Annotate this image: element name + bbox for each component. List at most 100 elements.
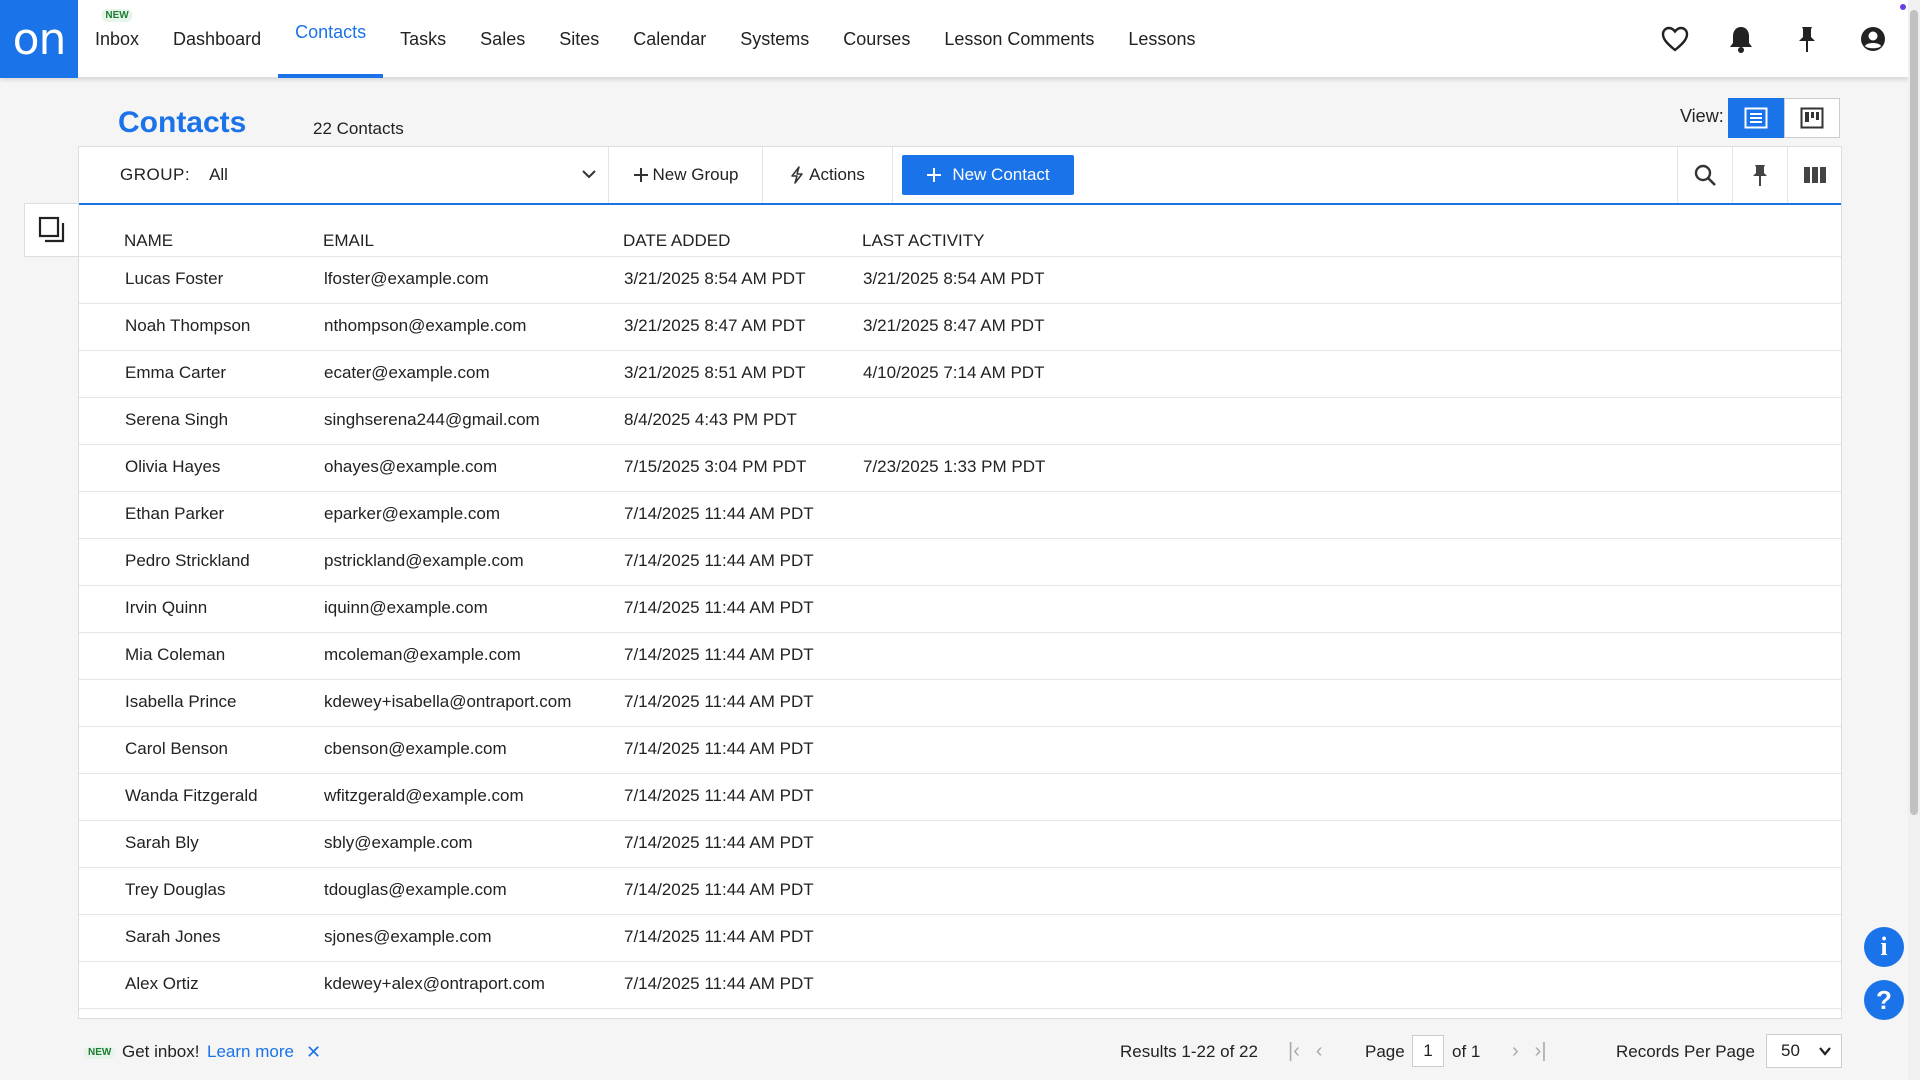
nav-item-sales[interactable]: Sales (463, 0, 542, 78)
table-row[interactable]: Mia Coleman mcoleman@example.com 7/14/2025… (79, 633, 1841, 680)
new-badge: NEW (84, 1046, 116, 1059)
records-per-page-select[interactable]: 50 (1766, 1034, 1842, 1068)
cell-email: sjones@example.com (324, 927, 492, 946)
column-header-name[interactable]: NAME (124, 231, 173, 251)
column-header-date-added[interactable]: DATE ADDED (623, 231, 730, 251)
table-row[interactable]: Wanda Fitzgerald wfitzgerald@example.com 7… (79, 774, 1841, 821)
bell-icon[interactable] (1726, 24, 1756, 54)
column-header-email[interactable]: EMAIL (323, 231, 374, 251)
nav-item-lesson-comments[interactable]: Lesson Comments (927, 0, 1111, 78)
nav-items: NEW Inbox Dashboard Contacts Tasks Sales… (78, 0, 1212, 78)
cell-email: iquinn@example.com (324, 598, 488, 617)
cell-name: Trey Douglas (125, 880, 226, 899)
close-icon[interactable]: ✕ (306, 1042, 321, 1063)
cell-email: ohayes@example.com (324, 457, 498, 476)
first-page-icon[interactable]: |‹ (1288, 1040, 1300, 1063)
page-label: Page (1365, 1042, 1405, 1061)
nav-item-label: Sales (480, 28, 526, 49)
cell-last-activity: 3/21/2025 8:54 AM PDT (863, 269, 1045, 288)
cell-date-added: 3/21/2025 8:51 AM PDT (624, 363, 806, 382)
nav-item-lessons[interactable]: Lessons (1111, 0, 1212, 78)
cell-email: eparker@example.com (324, 504, 500, 523)
learn-more-link[interactable]: Learn more (207, 1042, 294, 1062)
nav-item-label: Sites (559, 28, 600, 49)
list-view-button[interactable] (1728, 98, 1784, 138)
nav-item-calendar[interactable]: Calendar (616, 0, 723, 78)
cell-email: lfoster@example.com (324, 269, 489, 288)
cell-name: Olivia Hayes (125, 457, 221, 476)
cell-date-added: 7/14/2025 11:44 AM PDT (624, 692, 814, 711)
table-row[interactable]: Emma Carter ecater@example.com 3/21/2025 8… (79, 351, 1841, 398)
lightning-icon (791, 166, 803, 184)
view-label: View: (1680, 106, 1724, 126)
info-icon[interactable]: i (1864, 927, 1904, 967)
cell-name: Serena Singh (125, 410, 229, 429)
app-logo[interactable]: on (0, 0, 78, 78)
cell-date-added: 7/14/2025 11:44 AM PDT (624, 551, 814, 570)
table-row[interactable]: Serena Singh singhserena244@gmail.com 8/4/… (79, 398, 1841, 445)
table-row[interactable]: Ethan Parker eparker@example.com 7/14/2025… (79, 492, 1841, 539)
table-row[interactable]: Sarah Bly sbly@example.com 7/14/2025 11:44… (79, 821, 1841, 868)
table-row[interactable]: Lucas Foster lfoster@example.com 3/21/2025… (79, 257, 1841, 304)
contacts-panel: GROUP: All New Group Actions New Contact… (78, 146, 1842, 1019)
last-page-icon[interactable]: ›| (1535, 1040, 1547, 1063)
prev-page-icon[interactable]: ‹ (1316, 1040, 1323, 1063)
table-row[interactable]: Sarah Jones sjones@example.com 7/14/2025 1… (79, 915, 1841, 962)
nav-item-courses[interactable]: Courses (826, 0, 927, 78)
contact-count: 22 Contacts (313, 119, 404, 138)
pin-icon[interactable] (1792, 24, 1822, 54)
top-nav-bar: on NEW Inbox Dashboard Contacts Tasks Sa… (0, 0, 1908, 78)
table-row[interactable]: Trey Douglas tdouglas@example.com 7/14/202… (79, 868, 1841, 915)
plus-icon (633, 168, 648, 182)
table-row[interactable]: Isabella Prince kdewey+isabella@ontraport… (79, 680, 1841, 727)
table-row[interactable]: Noah Thompson nthompson@example.com 3/21/2… (79, 304, 1841, 351)
table-row[interactable]: Pedro Strickland pstrickland@example.com 7… (79, 539, 1841, 586)
new-group-button[interactable]: New Group (609, 147, 763, 203)
nav-item-systems[interactable]: Systems (723, 0, 826, 78)
cell-date-added: 7/14/2025 11:44 AM PDT (624, 927, 814, 946)
pin-icon (1753, 165, 1767, 186)
board-view-button[interactable] (1784, 98, 1840, 138)
next-page-icon[interactable]: › (1512, 1040, 1519, 1063)
side-panel-toggle[interactable] (24, 203, 78, 257)
cell-name: Alex Ortiz (125, 974, 199, 993)
table-row[interactable]: Alex Ortiz kdewey+alex@ontraport.com 7/14/… (79, 962, 1841, 1009)
new-group-label: New Group (652, 165, 739, 184)
actions-button[interactable]: Actions (763, 147, 893, 203)
cell-date-added: 7/14/2025 11:44 AM PDT (624, 645, 814, 664)
nav-item-tasks[interactable]: Tasks (383, 0, 463, 78)
nav-item-contacts[interactable]: Contacts (278, 0, 384, 78)
column-header-last-activity[interactable]: LAST ACTIVITY (862, 231, 985, 251)
table-row[interactable]: Irvin Quinn iquinn@example.com 7/14/2025 1… (79, 586, 1841, 633)
nav-item-sites[interactable]: Sites (542, 0, 616, 78)
scrollbar-thumb[interactable] (1910, 10, 1918, 815)
cell-name: Sarah Jones (125, 927, 221, 946)
nav-item-label: Lesson Comments (944, 28, 1095, 49)
inbox-promo-text: Get inbox! (122, 1042, 200, 1061)
cell-date-added: 7/14/2025 11:44 AM PDT (624, 833, 814, 852)
group-label: GROUP: (120, 165, 191, 184)
nav-item-dashboard[interactable]: Dashboard (156, 0, 278, 78)
cell-date-added: 7/14/2025 11:44 AM PDT (624, 598, 814, 617)
cell-date-added: 7/14/2025 11:44 AM PDT (624, 786, 814, 805)
heart-icon[interactable] (1660, 24, 1690, 54)
results-summary: Results 1-22 of 22 (1120, 1042, 1258, 1061)
new-contact-button[interactable]: New Contact (902, 155, 1074, 195)
nav-item-inbox[interactable]: NEW Inbox (78, 0, 156, 78)
columns-button[interactable] (1787, 147, 1842, 203)
cell-name: Irvin Quinn (125, 598, 208, 617)
page-number-value: 1 (1423, 1041, 1433, 1060)
user-account-icon[interactable] (1858, 24, 1888, 54)
search-button[interactable] (1677, 147, 1732, 203)
cell-date-added: 7/14/2025 11:44 AM PDT (624, 880, 814, 899)
nav-item-label: Contacts (295, 21, 367, 42)
page-scrollbar[interactable] (1908, 0, 1920, 1080)
pin-columns-button[interactable] (1732, 147, 1787, 203)
group-select[interactable]: GROUP: All (79, 147, 609, 203)
help-icon[interactable]: ? (1864, 980, 1904, 1020)
table-row[interactable]: Olivia Hayes ohayes@example.com 7/15/2025 … (79, 445, 1841, 492)
notification-dot (1900, 4, 1906, 10)
table-row[interactable]: Carol Benson cbenson@example.com 7/14/2025… (79, 727, 1841, 774)
new-badge: NEW (101, 9, 133, 22)
page-number-input[interactable]: 1 (1412, 1035, 1444, 1067)
